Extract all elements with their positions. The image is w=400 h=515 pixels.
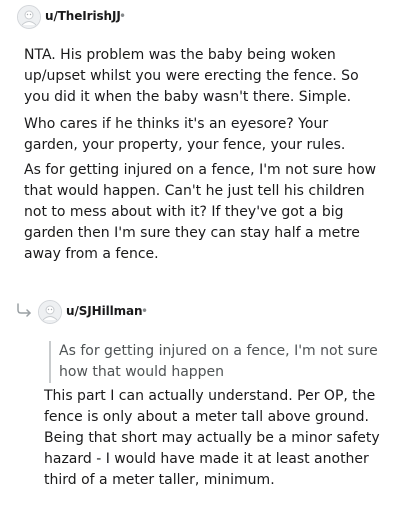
reply-arrow-icon (17, 303, 31, 317)
comment-2-username[interactable]: u/SJHillman (66, 304, 143, 318)
comment-2-body: This part I can actually understand. Per… (44, 388, 380, 488)
comment-1-username[interactable]: u/TheIrishJJ (45, 9, 121, 23)
blockquote-bar (49, 341, 51, 383)
blockquote-text: As for getting injured on a fence, I'm n… (59, 343, 378, 380)
comment-1-paragraph-1: NTA. His problem was the baby being woke… (24, 47, 359, 105)
comment-1-separator: • (119, 9, 127, 23)
comment-1-paragraph-2: Who cares if he thinks it's an eyesore? … (24, 116, 346, 153)
avatar-icon[interactable] (38, 300, 62, 324)
comment-1-paragraph-3: As for getting injured on a fence, I'm n… (24, 162, 377, 262)
avatar-icon[interactable] (17, 5, 41, 29)
comment-2-separator: • (141, 304, 149, 318)
